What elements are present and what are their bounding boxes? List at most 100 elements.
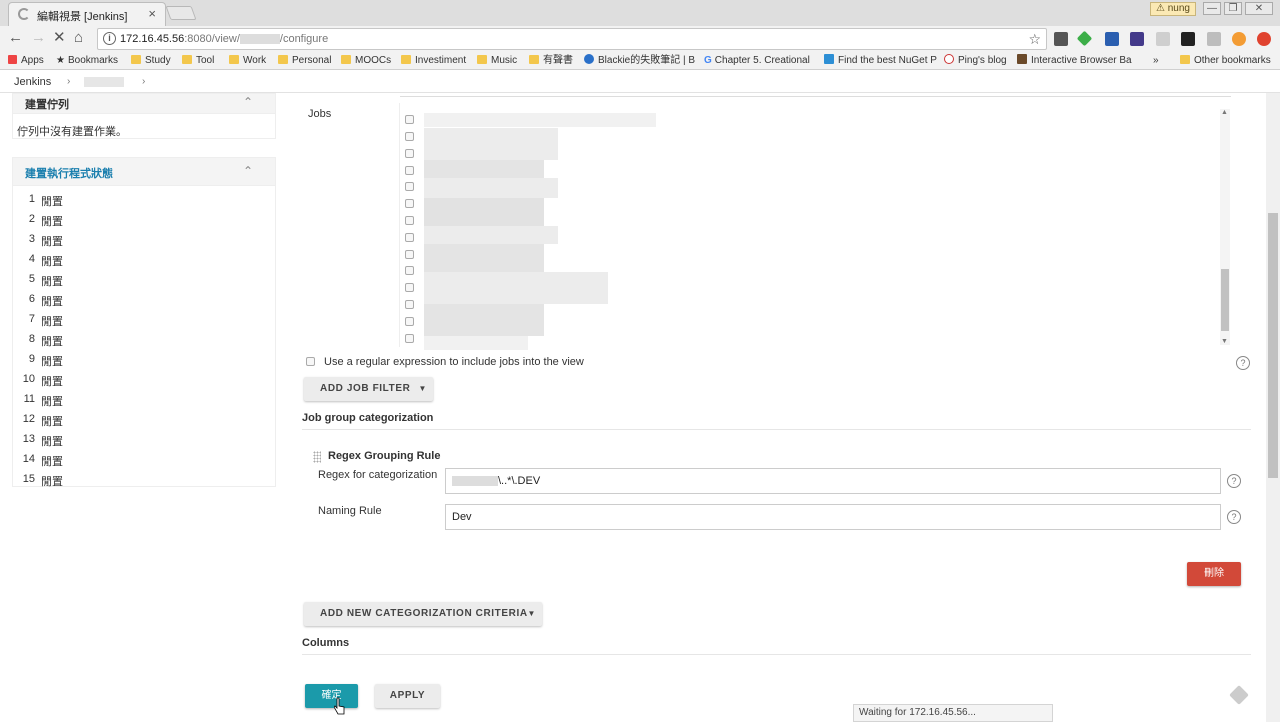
vue-extension-icon[interactable]: [1105, 32, 1119, 46]
google-icon: G: [704, 55, 712, 66]
executor-row: 9 閒置: [28, 353, 63, 368]
apps-grid-icon: [8, 55, 17, 64]
build-queue-header[interactable]: 建置佇列 ⌃: [13, 94, 275, 114]
executors-header[interactable]: 建置執行程式狀態 ⌃: [13, 158, 275, 186]
minimize-button[interactable]: —: [1203, 2, 1221, 15]
browser-tab[interactable]: 編輯視景 [Jenkins] ×: [8, 2, 166, 26]
folder-icon: [278, 55, 288, 64]
executors-title[interactable]: 建置執行程式狀態: [25, 165, 113, 181]
green-extension-icon[interactable]: [1076, 30, 1093, 47]
tab-close-icon[interactable]: ×: [148, 6, 156, 21]
tab-title: 編輯視景 [Jenkins]: [37, 11, 128, 23]
job-checkbox[interactable]: [405, 182, 414, 191]
edit-description-icon[interactable]: [1229, 685, 1249, 705]
bookmark-bookmarks[interactable]: ★ Bookmarks: [56, 54, 118, 68]
scroll-down-arrow-icon[interactable]: ▼: [1221, 338, 1228, 345]
job-checkbox[interactable]: [405, 233, 414, 242]
bookmark-pings-blog[interactable]: Ping's blog: [944, 54, 1007, 68]
collapse-chevron-icon[interactable]: ⌃: [243, 164, 253, 178]
add-job-filter-button[interactable]: ADD JOB FILTER ▼: [304, 377, 433, 401]
executors-pane: 建置執行程式狀態 ⌃ 1 閒置 2 閒置 3 閒置 4 閒置 5 閒置 6 閒置 7 閒置 8…: [12, 157, 276, 488]
red-extension-icon[interactable]: [1257, 32, 1271, 46]
bookmark-tool[interactable]: Tool: [182, 54, 214, 68]
breadcrumb-separator[interactable]: ›: [142, 76, 145, 87]
grey-extension-icon[interactable]: [1156, 32, 1170, 46]
redacted-job-name: [424, 336, 528, 350]
page-extension-icon[interactable]: [1207, 32, 1221, 46]
address-bar[interactable]: i 172.16.45.56:8080/view//configure ☆: [97, 28, 1047, 50]
bookmark-chapter5[interactable]: G Chapter 5. Creational: [704, 54, 810, 68]
job-checkbox[interactable]: [405, 334, 414, 343]
regex-include-label[interactable]: Use a regular expression to include jobs…: [324, 356, 584, 368]
help-icon[interactable]: ?: [1227, 474, 1241, 488]
bookmark-personal[interactable]: Personal: [278, 54, 331, 68]
purple-extension-icon[interactable]: [1130, 32, 1144, 46]
build-queue-empty: 佇列中沒有建置作業。: [17, 126, 127, 138]
pocket-extension-icon[interactable]: [1054, 32, 1068, 46]
job-checkbox[interactable]: [405, 250, 414, 259]
executor-row: 6 閒置: [28, 293, 63, 308]
save-button[interactable]: 確定: [305, 684, 358, 708]
new-tab-button[interactable]: [165, 6, 197, 20]
scroll-up-arrow-icon[interactable]: ▲: [1221, 109, 1228, 116]
bookmark-other[interactable]: Other bookmarks: [1180, 54, 1271, 68]
job-checkbox[interactable]: [405, 166, 414, 175]
bookmark-star-icon[interactable]: ☆: [1028, 31, 1041, 48]
bookmark-study[interactable]: Study: [131, 54, 171, 68]
bookmark-music[interactable]: Music: [477, 54, 517, 68]
redacted-job-name: [424, 160, 544, 178]
regex-categorization-input[interactable]: \..*\.DEV: [445, 468, 1221, 494]
bookmarks-overflow[interactable]: »: [1153, 54, 1159, 68]
jobs-label: Jobs: [308, 108, 332, 120]
drag-handle-icon[interactable]: [313, 451, 321, 463]
help-icon[interactable]: ?: [1236, 356, 1250, 370]
folder-icon: [1180, 55, 1190, 64]
profile-badge[interactable]: ⚠ nung: [1150, 2, 1196, 16]
job-checkbox[interactable]: [405, 266, 414, 275]
build-queue-pane: 建置佇列 ⌃ 佇列中沒有建置作業。: [12, 93, 276, 139]
address-url[interactable]: 172.16.45.56:8080/view//configure: [120, 33, 328, 45]
bookmark-blackie[interactable]: Blackie的失敗筆記 | B: [584, 54, 695, 68]
bookmark-audiobooks[interactable]: 有聲書: [529, 54, 573, 68]
bookmark-nuget[interactable]: Find the best NuGet P: [824, 54, 937, 68]
bookmark-work[interactable]: Work: [229, 54, 266, 68]
home-icon[interactable]: ⌂: [74, 30, 83, 46]
build-queue-title[interactable]: 建置佇列: [25, 96, 69, 112]
jobs-list-scroll-thumb[interactable]: [1221, 269, 1229, 331]
naming-rule-input[interactable]: Dev: [445, 504, 1221, 530]
job-checkbox[interactable]: [405, 300, 414, 309]
job-checkbox[interactable]: [405, 132, 414, 141]
site-info-icon[interactable]: i: [103, 32, 116, 45]
collapse-chevron-icon[interactable]: ⌃: [243, 95, 253, 109]
stop-loading-icon[interactable]: ✕: [53, 30, 66, 46]
bookmark-apps[interactable]: Apps: [8, 54, 44, 68]
orange-extension-icon[interactable]: [1232, 32, 1246, 46]
section-divider: [302, 654, 1251, 655]
job-checkbox[interactable]: [405, 283, 414, 292]
add-categorization-criteria-button[interactable]: ADD NEW CATEGORIZATION CRITERIA ▼: [304, 602, 542, 626]
bookmark-interactive-browser[interactable]: Interactive Browser Ba: [1017, 54, 1132, 68]
page-scroll-thumb[interactable]: [1268, 213, 1278, 478]
help-icon[interactable]: ?: [1227, 510, 1241, 524]
close-window-button[interactable]: ✕: [1245, 2, 1273, 15]
apply-button[interactable]: APPLY: [375, 684, 440, 708]
breadcrumb-separator[interactable]: ›: [67, 76, 70, 87]
page-scrollbar[interactable]: [1266, 93, 1280, 722]
maximize-button[interactable]: ❐: [1224, 2, 1242, 15]
regex-include-checkbox[interactable]: [306, 357, 315, 366]
breadcrumb-redacted-view[interactable]: [84, 77, 124, 87]
bookmark-moocs[interactable]: MOOCs: [341, 54, 391, 68]
jobs-list-scrollbar[interactable]: ▲ ▼: [1220, 109, 1230, 345]
job-checkbox[interactable]: [405, 199, 414, 208]
black-extension-icon[interactable]: [1181, 32, 1195, 46]
job-checkbox[interactable]: [405, 216, 414, 225]
columns-section-title: Columns: [302, 637, 350, 649]
back-arrow-icon[interactable]: ←: [8, 30, 23, 46]
delete-rule-button[interactable]: 刪除: [1187, 562, 1241, 586]
job-checkbox[interactable]: [405, 115, 414, 124]
forward-arrow-icon[interactable]: →: [31, 30, 46, 46]
job-checkbox[interactable]: [405, 149, 414, 158]
bookmark-investiment[interactable]: Investiment: [401, 54, 466, 68]
job-checkbox[interactable]: [405, 317, 414, 326]
breadcrumb-jenkins[interactable]: Jenkins: [14, 76, 51, 88]
